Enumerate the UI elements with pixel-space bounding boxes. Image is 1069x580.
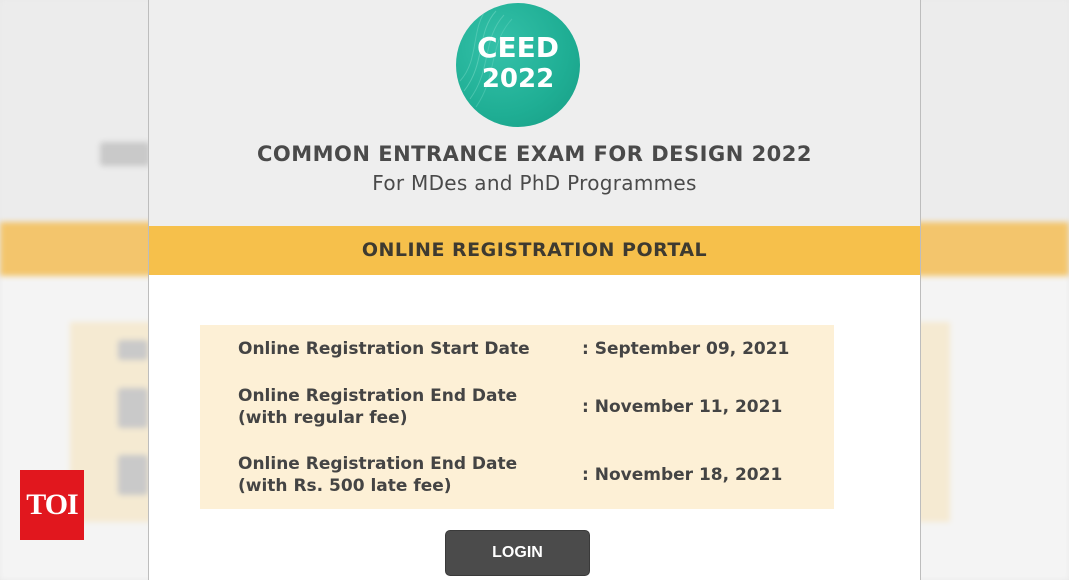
date-value: : November 11, 2021 (582, 397, 783, 417)
registration-dates-box: Online Registration Start Date : Septemb… (200, 325, 834, 509)
date-label-line1: Online Registration Start Date (238, 339, 530, 359)
portal-header: CEED 2022 COMMON ENTRANCE EXAM FOR DESIG… (149, 0, 920, 226)
date-label: Online Registration End Date (with Rs. 5… (238, 453, 568, 497)
page-title: COMMON ENTRANCE EXAM FOR DESIGN 2022 (256, 142, 813, 166)
page-subtitle: For MDes and PhD Programmes (372, 171, 697, 195)
date-label: Online Registration Start Date (238, 338, 568, 360)
ceed-logo: CEED 2022 (456, 3, 580, 127)
login-button[interactable]: LOGIN (445, 530, 590, 576)
date-label-line1: Online Registration End Date (238, 386, 518, 406)
background-text-fragment (118, 455, 148, 495)
portal-banner-label: ONLINE REGISTRATION PORTAL (361, 239, 708, 261)
date-label-line1: Online Registration End Date (238, 454, 518, 474)
date-value: : September 09, 2021 (582, 339, 790, 359)
portal-banner: ONLINE REGISTRATION PORTAL (149, 226, 920, 275)
date-label-line2: (with regular fee) (238, 408, 408, 428)
background-text-fragment (118, 340, 148, 360)
logo-text-line1: CEED (476, 31, 560, 64)
date-value: : November 18, 2021 (582, 465, 783, 485)
background-text-fragment (118, 388, 148, 428)
date-label: Online Registration End Date (with regul… (238, 385, 568, 429)
background-title-fragment (100, 142, 150, 166)
date-label-line2: (with Rs. 500 late fee) (238, 476, 452, 496)
logo-text-line2: 2022 (481, 64, 555, 94)
registration-portal-page: CEED 2022 COMMON ENTRANCE EXAM FOR DESIG… (148, 0, 921, 580)
toi-watermark-logo: TOI (20, 470, 84, 540)
